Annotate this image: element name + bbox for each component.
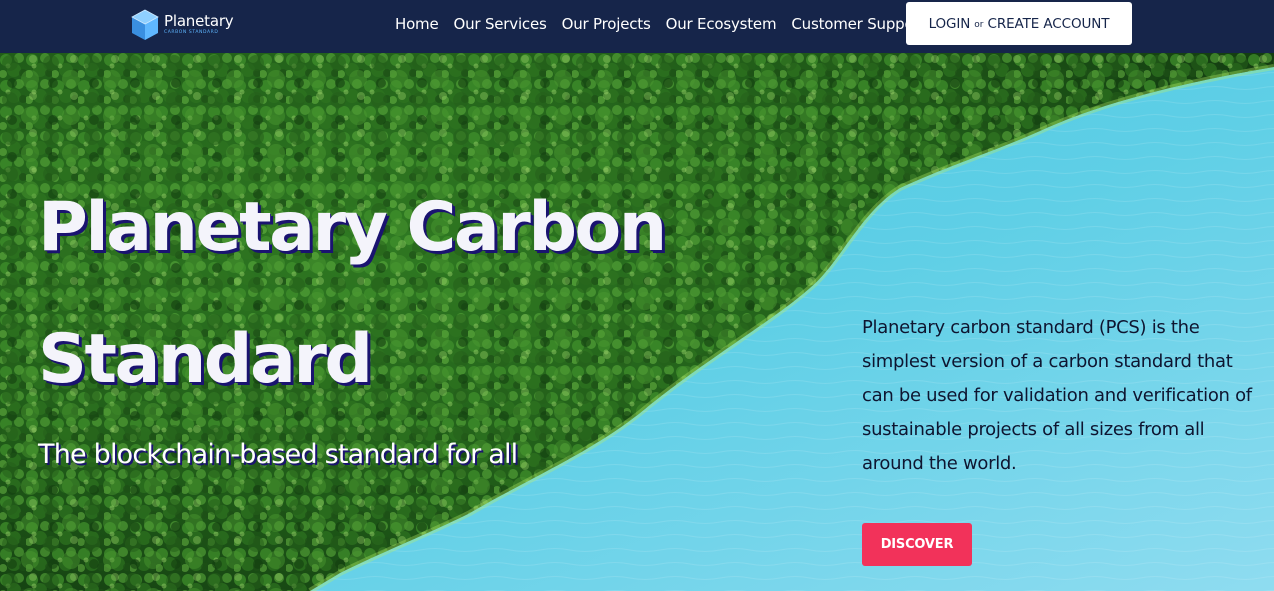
logo-tagline: CARBON STANDARD <box>164 30 219 36</box>
nav-link-projects[interactable]: Our Projects <box>562 15 651 33</box>
create-account-label: CREATE ACCOUNT <box>987 15 1110 32</box>
hero-description: Planetary carbon standard (PCS) is the s… <box>862 317 1252 474</box>
login-or-label: or <box>974 19 984 30</box>
cube-icon <box>131 9 159 40</box>
nav-link-ecosystem[interactable]: Our Ecosystem <box>666 15 777 33</box>
hero-title-line-2: Standard <box>38 320 373 399</box>
login-create-account-button[interactable]: LOGIN or CREATE ACCOUNT <box>906 2 1132 45</box>
logo-title: Planetary <box>164 12 234 31</box>
hero-subtitle: The blockchain-based standard for all <box>38 439 518 470</box>
nav-link-services[interactable]: Our Services <box>454 15 547 33</box>
discover-button[interactable]: DISCOVER <box>862 523 972 566</box>
hero-section: Planetary Carbon Standard The blockchain… <box>0 53 1274 591</box>
brand-logo[interactable]: Planetary CARBON STANDARD <box>130 8 234 42</box>
nav-link-home[interactable]: Home <box>395 15 439 33</box>
login-label: LOGIN <box>928 15 971 32</box>
top-navbar: Planetary CARBON STANDARD Home Our Servi… <box>0 0 1274 53</box>
hero-title-line-1: Planetary Carbon <box>38 188 667 267</box>
main-navigation: Home Our Services Our Projects Our Ecosy… <box>395 0 940 48</box>
